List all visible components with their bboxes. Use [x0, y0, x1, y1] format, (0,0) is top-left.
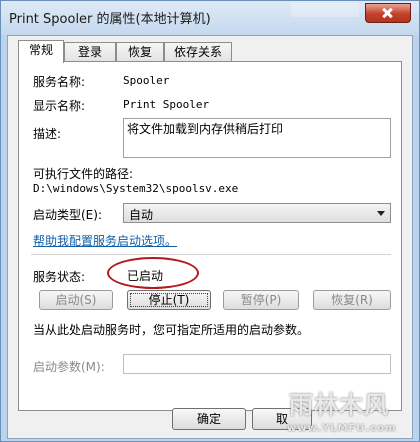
startup-type-select[interactable]: 自动 — [123, 203, 391, 223]
start-params-hint: 当从此处启动服务时，您可指定所适用的启动参数。 — [33, 323, 310, 337]
resume-button[interactable]: 恢复(R) — [313, 290, 391, 310]
service-status-value: 已启动 — [127, 269, 164, 283]
window-title: Print Spooler 的属性(本地计算机) — [9, 12, 211, 27]
properties-dialog: Print Spooler 的属性(本地计算机) 常规 登录 恢复 依存关系 服… — [0, 0, 420, 442]
tab-recovery[interactable]: 恢复 — [116, 42, 164, 61]
general-panel: 服务名称: Spooler 显示名称: Print Spooler 描述: 将文… — [18, 61, 402, 411]
description-text: 将文件加载到内存供稍后打印 — [127, 122, 284, 136]
tab-general[interactable]: 常规 — [18, 40, 64, 63]
startup-type-value: 自动 — [129, 208, 154, 222]
tab-logon[interactable]: 登录 — [64, 42, 116, 61]
path-value: D:\windows\System32\spoolsv.exe — [33, 182, 239, 195]
pause-button[interactable]: 暂停(P) — [223, 290, 299, 310]
service-name-label: 服务名称: — [33, 75, 86, 89]
ok-button[interactable]: 确定 — [172, 408, 246, 430]
description-label: 描述: — [33, 127, 62, 141]
close-icon[interactable] — [365, 3, 411, 23]
separator — [31, 254, 391, 255]
title-bar[interactable]: Print Spooler 的属性(本地计算机) — [1, 1, 419, 35]
display-name-label: 显示名称: — [33, 99, 86, 113]
startup-type-label: 启动类型(E): — [33, 208, 102, 222]
watermark-url: www.YLMFU.com — [287, 423, 397, 434]
start-params-input[interactable] — [123, 354, 391, 374]
start-button[interactable]: 启动(S) — [39, 290, 113, 310]
stop-button[interactable]: 停止(T) — [127, 290, 211, 310]
tab-dependencies[interactable]: 依存关系 — [164, 42, 232, 61]
chevron-down-icon — [377, 211, 385, 216]
help-config-link[interactable]: 帮助我配置服务启动选项。 — [33, 232, 177, 249]
service-name-value: Spooler — [123, 74, 170, 87]
path-label: 可执行文件的路径: — [33, 167, 134, 181]
watermark-text: 雨林木风 — [289, 391, 389, 419]
watermark-logo: 雨林木风 www.YLMFU.com — [285, 373, 419, 441]
service-status-label: 服务状态: — [33, 270, 86, 284]
display-name-value: Print Spooler — [123, 98, 210, 111]
start-params-label: 启动参数(M): — [33, 360, 105, 374]
description-box[interactable]: 将文件加载到内存供稍后打印 — [123, 118, 391, 158]
caption-buttons-area — [291, 3, 359, 17]
